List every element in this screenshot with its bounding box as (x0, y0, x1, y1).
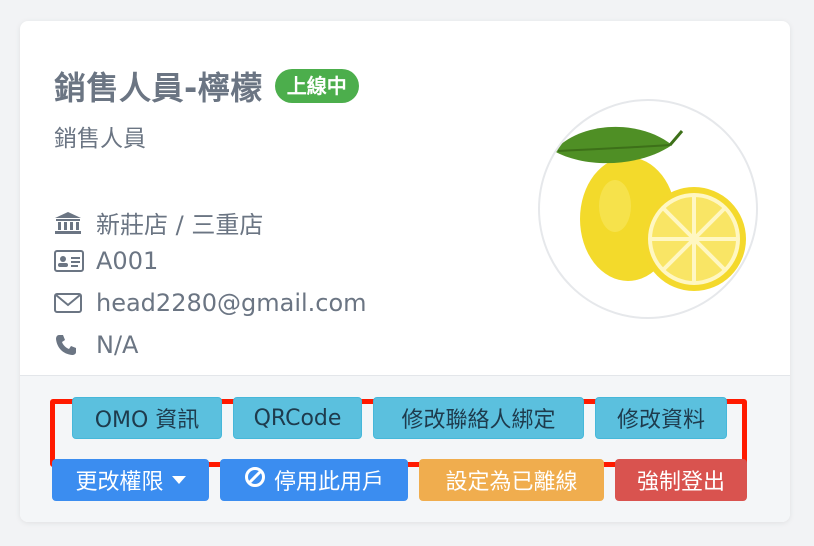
user-profile-card: 銷售人員-檸檬 上線中 銷售人員 新莊店 / 三重店 A001 head2280… (20, 21, 790, 522)
edit-contact-binding-button[interactable]: 修改聯絡人綁定 (373, 397, 584, 439)
id-card-icon (54, 248, 84, 274)
phone-icon (54, 332, 84, 358)
stores-row: 新莊店 / 三重店 (54, 205, 263, 240)
stores-text: 新莊店 / 三重店 (96, 211, 264, 239)
avatar (538, 99, 758, 319)
phone-row: N/A (54, 331, 138, 359)
force-logout-button[interactable]: 強制登出 (615, 459, 747, 501)
employee-id-text: A001 (96, 247, 159, 275)
profile-body: 銷售人員-檸檬 上線中 銷售人員 新莊店 / 三重店 A001 head2280… (20, 21, 790, 375)
edit-profile-button[interactable]: 修改資料 (595, 397, 727, 439)
change-permission-label: 更改權限 (75, 470, 164, 495)
user-name: 銷售人員-檸檬 (54, 69, 263, 107)
phone-text: N/A (96, 331, 139, 359)
disable-account-button[interactable]: 停用此用戶 (220, 459, 408, 501)
email-row: head2280@gmail.com (54, 289, 367, 317)
qrcode-button[interactable]: QRCode (233, 397, 362, 439)
email-text: head2280@gmail.com (96, 289, 367, 317)
caret-down-icon (171, 476, 186, 484)
lemon-illustration (554, 126, 746, 291)
change-permission-button[interactable]: 更改權限 (52, 459, 209, 501)
omo-info-button[interactable]: OMO 資訊 (72, 397, 222, 439)
set-offline-button[interactable]: 設定為已離線 (419, 459, 604, 501)
envelope-icon (54, 290, 84, 316)
employee-id-row: A001 (54, 247, 158, 275)
status-badge: 上線中 (274, 69, 359, 103)
bank-icon (54, 210, 84, 236)
ban-icon (244, 466, 266, 494)
title-row: 銷售人員-檸檬 上線中 (54, 63, 359, 109)
disable-account-label: 停用此用戶 (273, 470, 384, 495)
user-role: 銷售人員 (54, 126, 146, 152)
